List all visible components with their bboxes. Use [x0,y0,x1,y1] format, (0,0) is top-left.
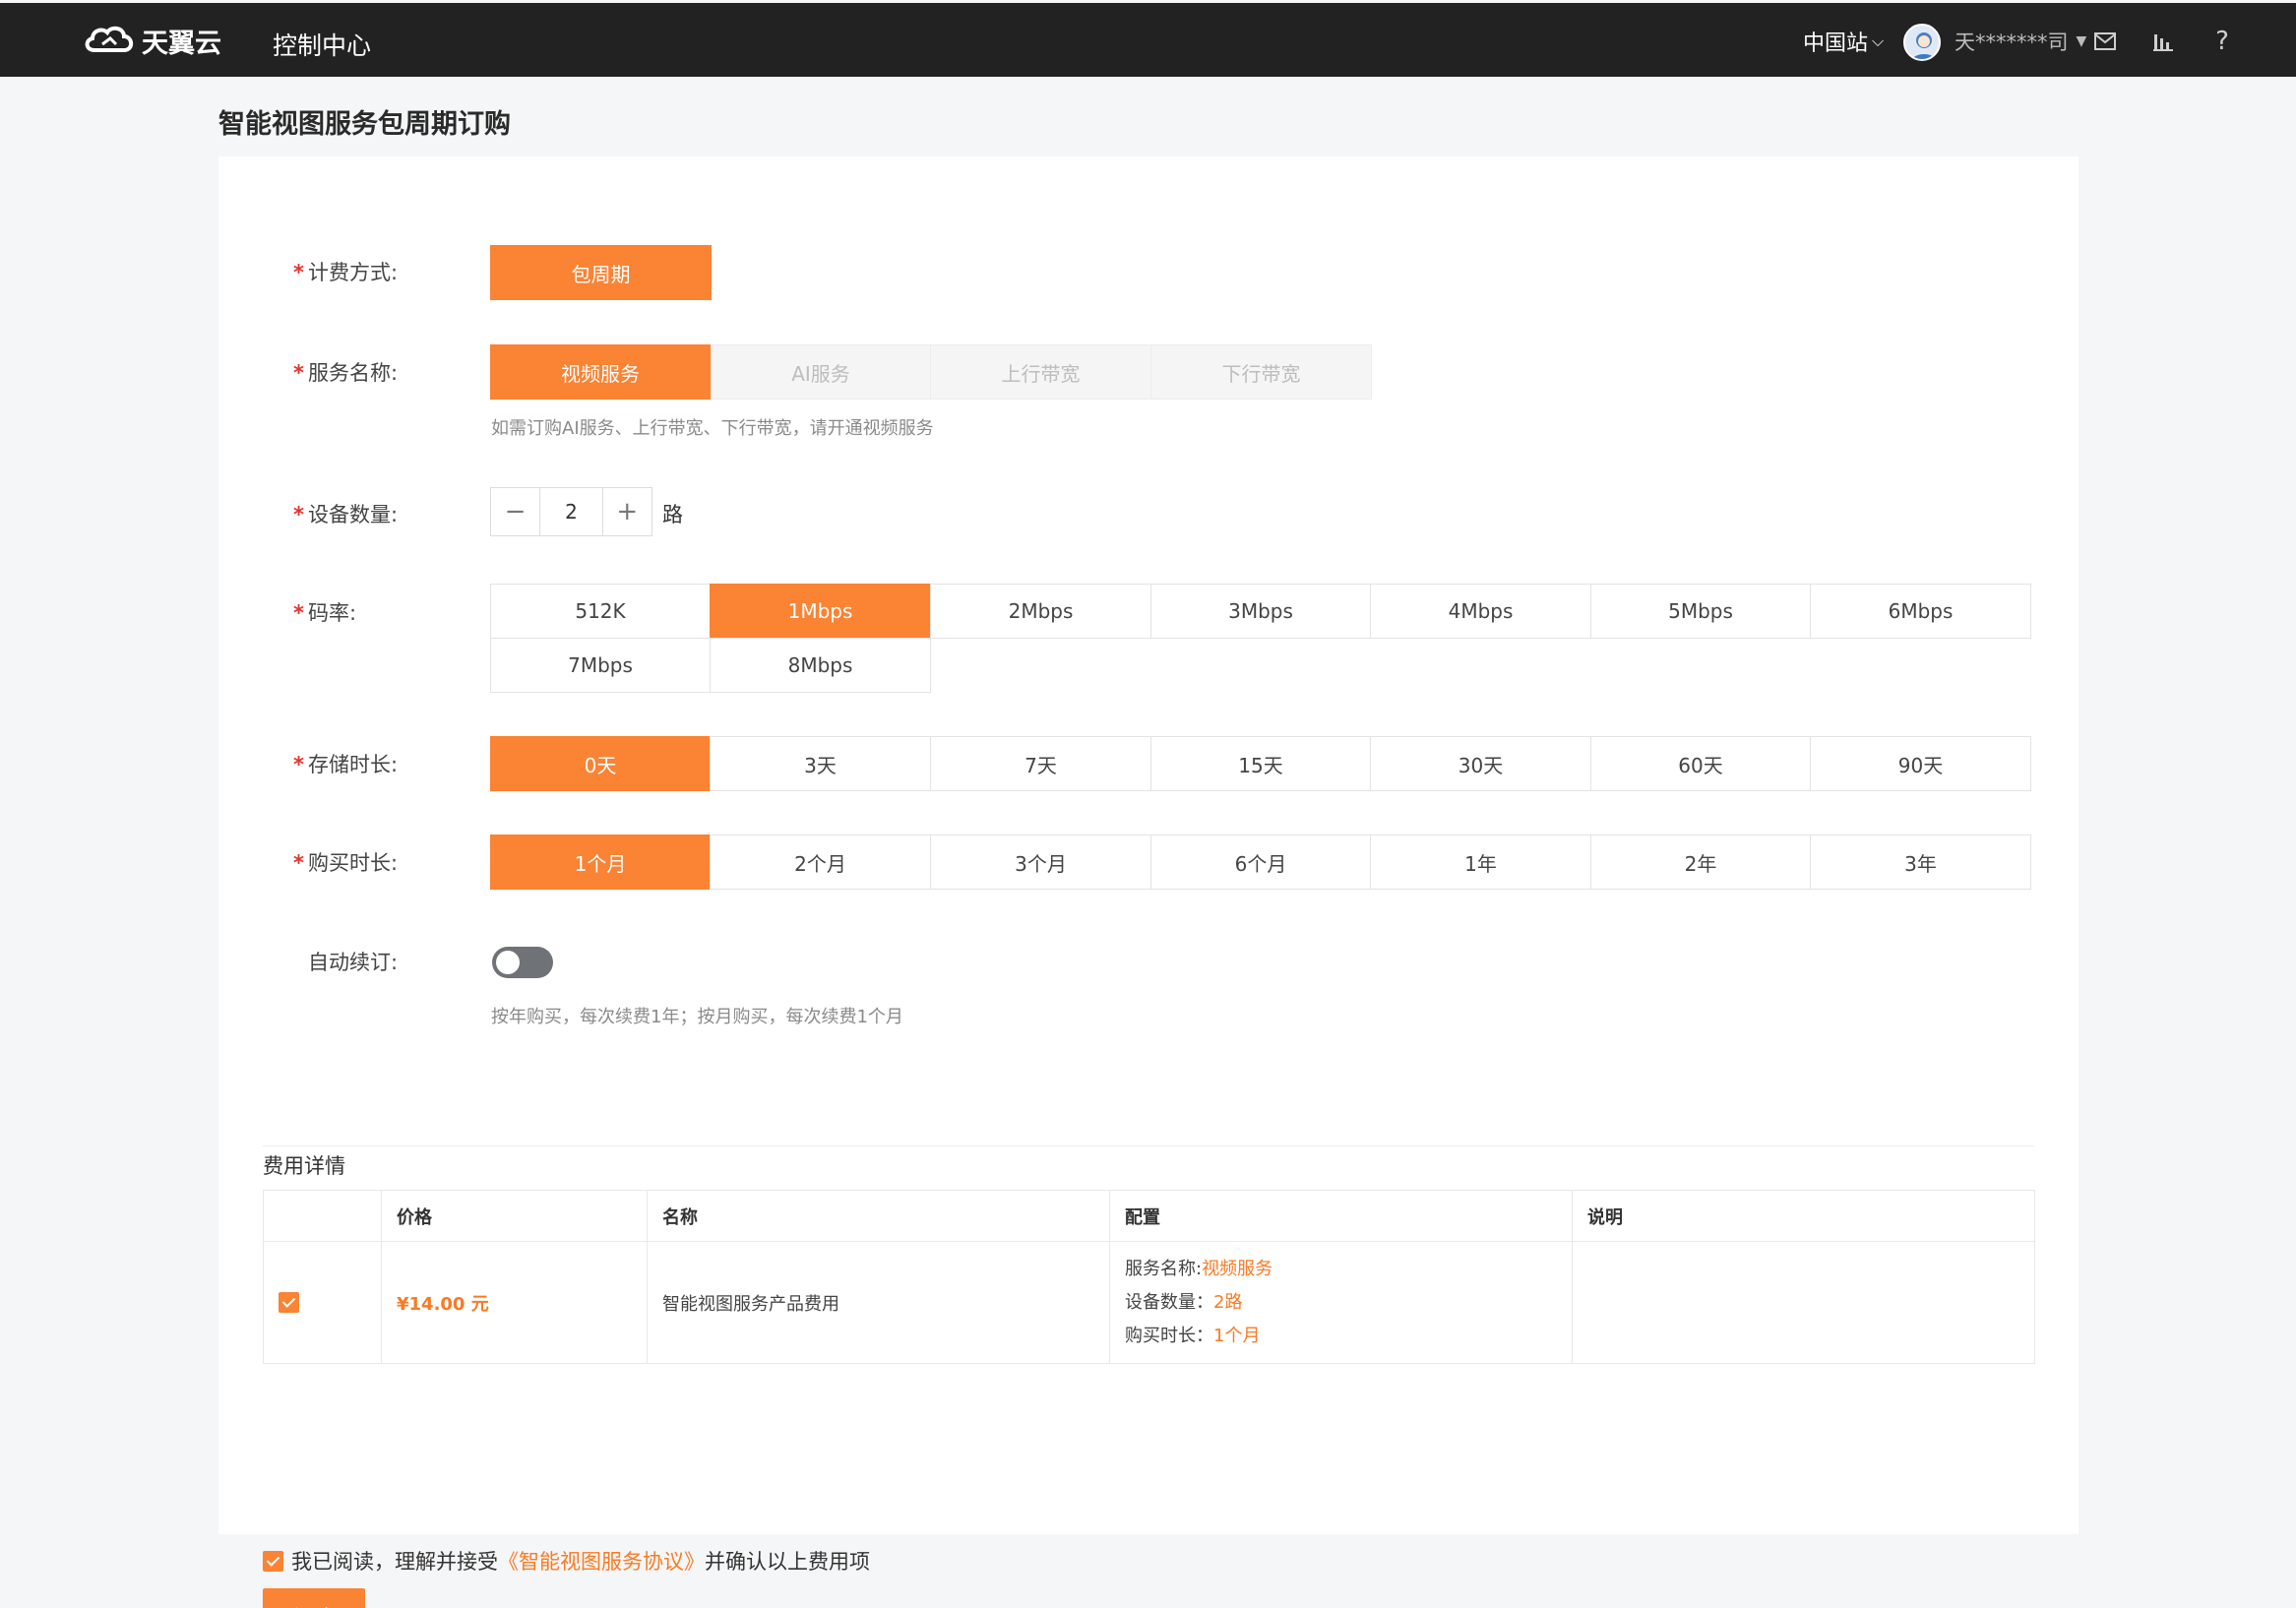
duration-option-3y[interactable]: 3年 [1810,835,2031,890]
top-nav-bar: 天翼云 控制中心 中国站 ⌵ 天*******司 ▼ ? [0,0,2296,77]
service-option-video[interactable]: 视频服务 [490,344,711,400]
service-hint: 如需订购AI服务、上行带宽、下行带宽，请开通视频服务 [491,418,934,439]
cloud-logo-icon [85,26,134,52]
avatar[interactable] [1903,24,1941,61]
billing-option-prepaid[interactable]: 包周期 [490,245,712,300]
toggle-knob [496,951,520,974]
price-value: ¥14.00 元 [397,1293,489,1315]
agreement-row: 我已阅读，理解并接受 《智能视图服务协议》 并确认以上费用项 [263,1546,870,1576]
storage-label: * 存储时长: [293,753,399,776]
required-mark: * [293,851,304,875]
duration-option-1y[interactable]: 1年 [1370,835,1591,890]
required-mark: * [293,503,304,526]
required-mark: * [293,361,304,385]
column-price: 价格 [381,1190,648,1242]
duration-option-3m[interactable]: 3个月 [930,835,1151,890]
table-row: ¥14.00 元 智能视图服务产品费用 服务名称:视频服务 设备数量：2路 购买… [263,1241,2035,1364]
name-cell: 智能视图服务产品费用 [647,1241,1110,1364]
bitrate-option-2mbps[interactable]: 2Mbps [930,584,1151,639]
bitrate-option-6mbps[interactable]: 6Mbps [1810,584,2031,639]
agreement-checkbox[interactable] [263,1550,283,1572]
autorenew-label: 自动续订: [308,951,399,974]
user-avatar-icon [1911,32,1937,59]
storage-option-30d[interactable]: 30天 [1370,736,1591,791]
brand-name: 天翼云 [142,28,221,59]
duration-option-6m[interactable]: 6个月 [1150,835,1371,890]
agreement-prefix: 我已阅读，理解并接受 [291,1550,498,1574]
device-quantity-stepper: − 2 + [490,487,652,536]
bitrate-option-1mbps[interactable]: 1Mbps [710,584,931,639]
storage-option-90d[interactable]: 90天 [1810,736,2031,791]
required-mark: * [293,601,304,625]
bitrate-option-512k[interactable]: 512K [490,584,711,639]
storage-option-60d[interactable]: 60天 [1590,736,1811,791]
device-quantity-input[interactable]: 2 [539,488,603,535]
service-option-ai[interactable]: AI服务 [711,344,931,400]
chevron-down-icon: ⌵ [1872,31,1885,50]
fee-details-title: 费用详情 [263,1154,345,1178]
row-select-cell [263,1241,382,1364]
storage-option-7d[interactable]: 7天 [930,736,1151,791]
agreement-link[interactable]: 《智能视图服务协议》 [498,1546,705,1576]
username-label: 天*******司 [1955,31,2069,54]
region-selector[interactable]: 中国站 ⌵ [1803,3,1884,80]
required-mark: * [293,753,304,776]
storage-option-15d[interactable]: 15天 [1150,736,1371,791]
storage-option-3d[interactable]: 3天 [710,736,931,791]
bitrate-option-8mbps[interactable]: 8Mbps [710,638,931,693]
column-select [263,1190,382,1242]
column-note: 说明 [1572,1190,2035,1242]
fee-table: 价格 名称 配置 说明 ¥14.00 元 智能视图服务产品费用 服务名称:视频服… [263,1190,2035,1364]
bitrate-option-7mbps[interactable]: 7Mbps [490,638,711,693]
column-name: 名称 [647,1190,1110,1242]
bitrate-label: * 码率: [293,601,357,625]
config-line: 购买时长：1个月 [1125,1325,1261,1346]
billing-label: * 计费方式: [293,261,399,284]
column-config: 配置 [1109,1190,1573,1242]
config-line: 设备数量：2路 [1125,1291,1243,1313]
duration-option-1m[interactable]: 1个月 [490,835,711,890]
bar-chart-icon[interactable] [2148,27,2178,56]
increment-button[interactable]: + [603,488,652,535]
autorenew-hint: 按年购买，每次续费1年；按月购买，每次续费1个月 [491,1007,903,1027]
decrement-button[interactable]: − [491,488,539,535]
order-button[interactable]: 订购 [263,1588,365,1608]
duration-option-2m[interactable]: 2个月 [710,835,931,890]
table-header-row: 价格 名称 配置 说明 [263,1190,2035,1242]
divider [263,1145,2034,1146]
mail-icon[interactable] [2090,27,2120,56]
user-menu[interactable]: 天*******司 ▼ [1955,3,2086,80]
bitrate-option-5mbps[interactable]: 5Mbps [1590,584,1811,639]
service-option-upstream[interactable]: 上行带宽 [930,344,1151,400]
bitrate-option-4mbps[interactable]: 4Mbps [1370,584,1591,639]
autorenew-toggle[interactable] [492,947,553,978]
note-cell [1572,1241,2035,1364]
order-form-card: * 计费方式: 包周期 * 服务名称: 视频服务 AI服务 上行带宽 下行带宽 如需… [218,156,2079,1608]
row-checkbox[interactable] [279,1292,299,1314]
help-icon[interactable]: ? [2207,27,2237,56]
console-link[interactable]: 控制中心 [273,27,371,62]
storage-option-0d[interactable]: 0天 [490,736,711,791]
caret-down-icon: ▼ [2076,33,2087,49]
config-line: 服务名称:视频服务 [1125,1258,1273,1279]
service-option-downstream[interactable]: 下行带宽 [1150,344,1372,400]
agreement-suffix: 并确认以上费用项 [705,1550,870,1574]
duration-label: * 购买时长: [293,851,399,875]
devices-label: * 设备数量: [293,503,399,526]
device-unit: 路 [662,503,683,526]
config-cell: 服务名称:视频服务 设备数量：2路 购买时长：1个月 [1109,1241,1573,1364]
price-cell: ¥14.00 元 [381,1241,648,1364]
page-title: 智能视图服务包周期订购 [218,109,511,140]
bitrate-option-3mbps[interactable]: 3Mbps [1150,584,1371,639]
required-mark: * [293,261,304,284]
duration-option-2y[interactable]: 2年 [1590,835,1811,890]
region-label: 中国站 [1803,31,1869,56]
brand-logo[interactable]: 天翼云 [81,21,221,60]
service-label: * 服务名称: [293,361,399,385]
